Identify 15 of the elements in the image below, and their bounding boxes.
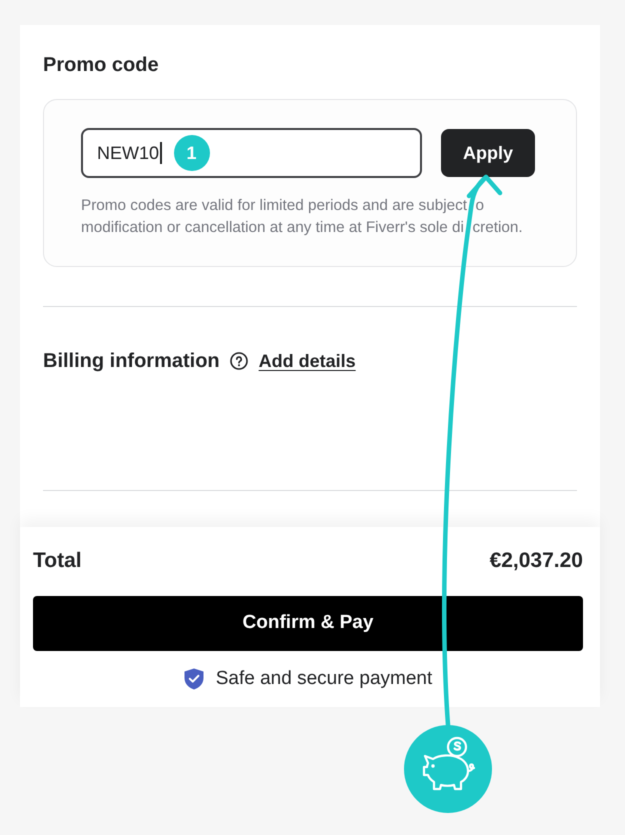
secure-payment-note: Safe and secure payment	[216, 667, 432, 691]
confirm-pay-button[interactable]: Confirm & Pay	[33, 596, 583, 651]
step-number-badge: 1	[174, 135, 210, 171]
billing-heading: Billing information	[43, 349, 220, 374]
promo-code-input[interactable]: NEW10 1	[81, 128, 422, 178]
text-cursor-icon	[160, 142, 162, 164]
total-label: Total	[33, 548, 82, 574]
add-details-link[interactable]: Add details	[258, 349, 356, 373]
help-icon[interactable]	[230, 352, 248, 370]
piggy-bank-icon	[404, 725, 492, 813]
total-amount: €2,037.20	[490, 548, 583, 574]
shield-check-icon	[184, 668, 204, 690]
promo-code-heading: Promo code	[43, 53, 159, 78]
promo-code-note: Promo codes are valid for limited periods and are subject o modification or cancellation at any time at Fiverr's sole di cretion.	[81, 196, 524, 238]
apply-button[interactable]: Apply	[441, 129, 535, 177]
